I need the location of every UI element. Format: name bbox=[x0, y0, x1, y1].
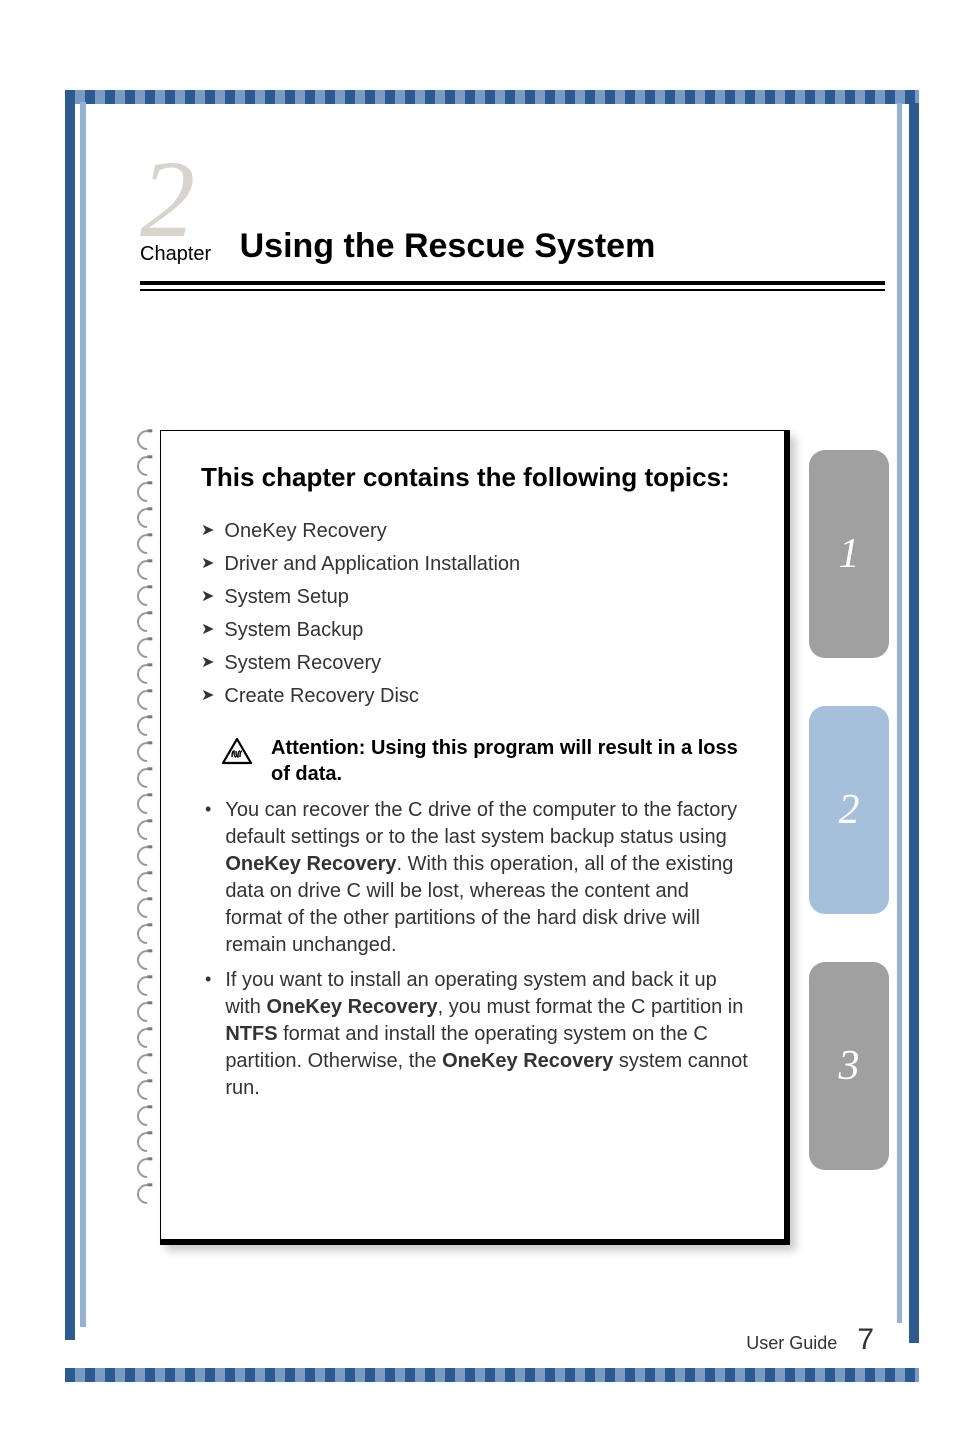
topic-text: System Recovery bbox=[224, 652, 381, 675]
section-heading: This chapter contains the following topi… bbox=[201, 461, 749, 495]
topic-text: OneKey Recovery bbox=[224, 520, 386, 543]
arrow-icon: ➤ bbox=[201, 586, 214, 606]
content-box: This chapter contains the following topi… bbox=[160, 430, 790, 1245]
topic-item: ➤ Create Recovery Disc bbox=[201, 680, 749, 713]
side-tab-3: 3 bbox=[809, 962, 889, 1170]
bullet-text: If you want to install an operating syst… bbox=[225, 967, 749, 1102]
arrow-icon: ➤ bbox=[201, 553, 214, 573]
topic-text: System Backup bbox=[224, 619, 363, 642]
bullet-item: • If you want to install an operating sy… bbox=[201, 967, 749, 1102]
attention-block: Attention: Using this program will resul… bbox=[201, 735, 749, 787]
attention-text: Attention: Using this program will resul… bbox=[263, 735, 749, 787]
topic-text: Driver and Application Installation bbox=[224, 553, 520, 576]
tab-number: 2 bbox=[839, 786, 860, 834]
chapter-header: 2 Chapter Using the Rescue System bbox=[140, 155, 890, 291]
topic-item: ➤ OneKey Recovery bbox=[201, 515, 749, 548]
topic-item: ➤ System Recovery bbox=[201, 647, 749, 680]
arrow-icon: ➤ bbox=[201, 520, 214, 540]
topic-item: ➤ Driver and Application Installation bbox=[201, 548, 749, 581]
arrow-icon: ➤ bbox=[201, 685, 214, 705]
arrow-icon: ➤ bbox=[201, 652, 214, 672]
bullet-text: You can recover the C drive of the compu… bbox=[225, 797, 749, 959]
topic-text: Create Recovery Disc bbox=[224, 685, 419, 708]
side-tabs: 1 2 3 bbox=[809, 450, 889, 1218]
warning-icon bbox=[221, 737, 253, 770]
footer-label: User Guide bbox=[746, 1333, 837, 1354]
decorative-left-border bbox=[65, 90, 75, 1340]
bullet-list: • You can recover the C drive of the com… bbox=[201, 797, 749, 1102]
decorative-bottom-border bbox=[65, 1368, 919, 1382]
bullet-item: • You can recover the C drive of the com… bbox=[201, 797, 749, 959]
chapter-label: Chapter bbox=[140, 243, 211, 266]
decorative-left-border-inner bbox=[80, 102, 86, 1327]
decorative-right-border-inner bbox=[897, 103, 902, 1323]
bullet-icon: • bbox=[205, 797, 211, 959]
tab-number: 1 bbox=[839, 530, 860, 578]
side-tab-2: 2 bbox=[809, 706, 889, 914]
bullet-icon: • bbox=[205, 967, 211, 1102]
decorative-right-border bbox=[909, 103, 919, 1343]
side-tab-1: 1 bbox=[809, 450, 889, 658]
tab-number: 3 bbox=[839, 1042, 860, 1090]
page-number: 7 bbox=[857, 1323, 874, 1357]
header-divider bbox=[140, 281, 885, 291]
decorative-top-border bbox=[65, 90, 919, 104]
topic-item: ➤ System Setup bbox=[201, 581, 749, 614]
chapter-number-block: 2 Chapter bbox=[140, 155, 211, 266]
topic-list: ➤ OneKey Recovery ➤ Driver and Application… bbox=[201, 515, 749, 713]
footer: User Guide 7 bbox=[746, 1323, 874, 1357]
topic-item: ➤ System Backup bbox=[201, 614, 749, 647]
arrow-icon: ➤ bbox=[201, 619, 214, 639]
page-title: Using the Rescue System bbox=[240, 227, 656, 266]
topic-text: System Setup bbox=[224, 586, 349, 609]
chapter-number: 2 bbox=[140, 155, 211, 243]
